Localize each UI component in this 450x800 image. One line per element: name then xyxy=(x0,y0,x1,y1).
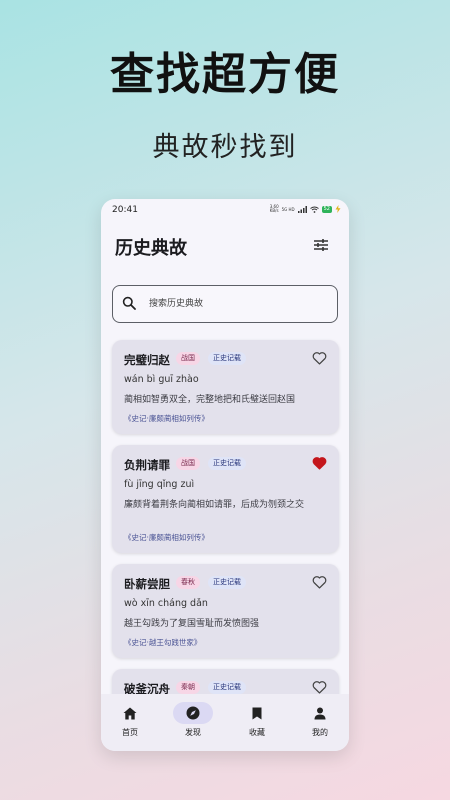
story-description: 越王勾践为了复国雪耻而发愤图强 xyxy=(124,619,260,629)
nav-label: 发现 xyxy=(185,728,201,737)
net-speed: 3.60 KB/s xyxy=(269,204,279,213)
record-tag: 正史记载 xyxy=(208,576,246,589)
story-card[interactable]: 完璧归赵 战国 正史记载 wán bì guī zhào 蔺相如智勇双全，完整地… xyxy=(112,340,339,434)
record-tag: 正史记载 xyxy=(208,457,246,470)
story-source: 《史记·廉颇蔺相如列传》 xyxy=(124,533,209,542)
story-source: 《史记·廉颇蔺相如列传》 xyxy=(124,414,209,423)
page-title: 历史典故 xyxy=(115,238,187,259)
story-pinyin: wán bì guī zhào xyxy=(124,374,199,385)
promo-title: 查找超方便 xyxy=(110,49,340,100)
person-icon xyxy=(314,707,326,719)
nav-label: 收藏 xyxy=(249,728,265,737)
wifi-icon xyxy=(309,206,319,213)
nav-label: 首页 xyxy=(122,728,138,737)
search-input[interactable] xyxy=(149,295,329,313)
heart-outline-icon[interactable] xyxy=(312,351,327,365)
bookmark-icon xyxy=(252,707,262,719)
search-icon xyxy=(122,296,136,310)
nav-item-favorites[interactable]: 收藏 xyxy=(232,694,282,751)
record-tag: 正史记载 xyxy=(208,681,246,694)
era-tag: 战国 xyxy=(176,352,200,365)
story-card[interactable]: 卧薪尝胆 春秋 正史记载 wò xīn cháng dǎn 越王勾践为了复国雪耻… xyxy=(112,564,339,658)
story-title: 负荆请罪 xyxy=(124,458,170,472)
search-bar[interactable] xyxy=(112,285,338,323)
heart-filled-icon[interactable] xyxy=(312,456,327,470)
record-tag: 正史记载 xyxy=(208,352,246,365)
era-tag: 秦朝 xyxy=(176,681,200,694)
home-icon xyxy=(123,707,137,719)
status-icons: 3.60 KB/s 5G HD 52 xyxy=(270,205,341,213)
story-source: 《史记·越王勾践世家》 xyxy=(124,638,202,647)
bottom-nav: 首页 发现 收藏 我的 xyxy=(101,694,349,751)
promo-subtitle: 典故秒找到 xyxy=(152,132,298,163)
heart-outline-icon[interactable] xyxy=(312,680,327,694)
story-pinyin: wò xīn cháng dǎn xyxy=(124,598,208,609)
heart-outline-icon[interactable] xyxy=(312,575,327,589)
status-bar: 20:41 3.60 KB/s 5G HD 52 xyxy=(101,199,349,221)
story-description: 廉颇背着荆条向蔺相如请罪，后成为刎颈之交 xyxy=(124,500,305,510)
phone-screen: 20:41 3.60 KB/s 5G HD 52 历史典故 搜索历史典故 完璧归… xyxy=(101,199,349,751)
charging-icon xyxy=(335,205,341,213)
compass-icon xyxy=(186,706,200,720)
nav-label: 我的 xyxy=(312,728,328,737)
sliders-icon[interactable] xyxy=(313,237,329,253)
signal-icon xyxy=(297,205,307,213)
story-description: 蔺相如智勇双全，完整地把和氏璧送回赵国 xyxy=(124,395,296,405)
story-title: 卧薪尝胆 xyxy=(124,577,170,591)
story-card[interactable]: 负荆请罪 战国 正史记载 fù jīng qǐng zuì 廉颇背着荆条向蔺相如… xyxy=(112,445,339,553)
app-header: 历史典故 xyxy=(101,229,349,263)
era-tag: 战国 xyxy=(176,457,200,470)
battery-indicator: 52 xyxy=(321,205,332,213)
story-pinyin: fù jīng qǐng zuì xyxy=(124,479,195,490)
nav-item-profile[interactable]: 我的 xyxy=(295,694,345,751)
status-time: 20:41 xyxy=(112,205,138,215)
nav-item-home[interactable]: 首页 xyxy=(105,694,155,751)
era-tag: 春秋 xyxy=(176,576,200,589)
story-title: 完璧归赵 xyxy=(124,353,170,367)
network-label: 5G HD xyxy=(281,206,295,212)
nav-item-discover[interactable]: 发现 xyxy=(168,694,218,751)
